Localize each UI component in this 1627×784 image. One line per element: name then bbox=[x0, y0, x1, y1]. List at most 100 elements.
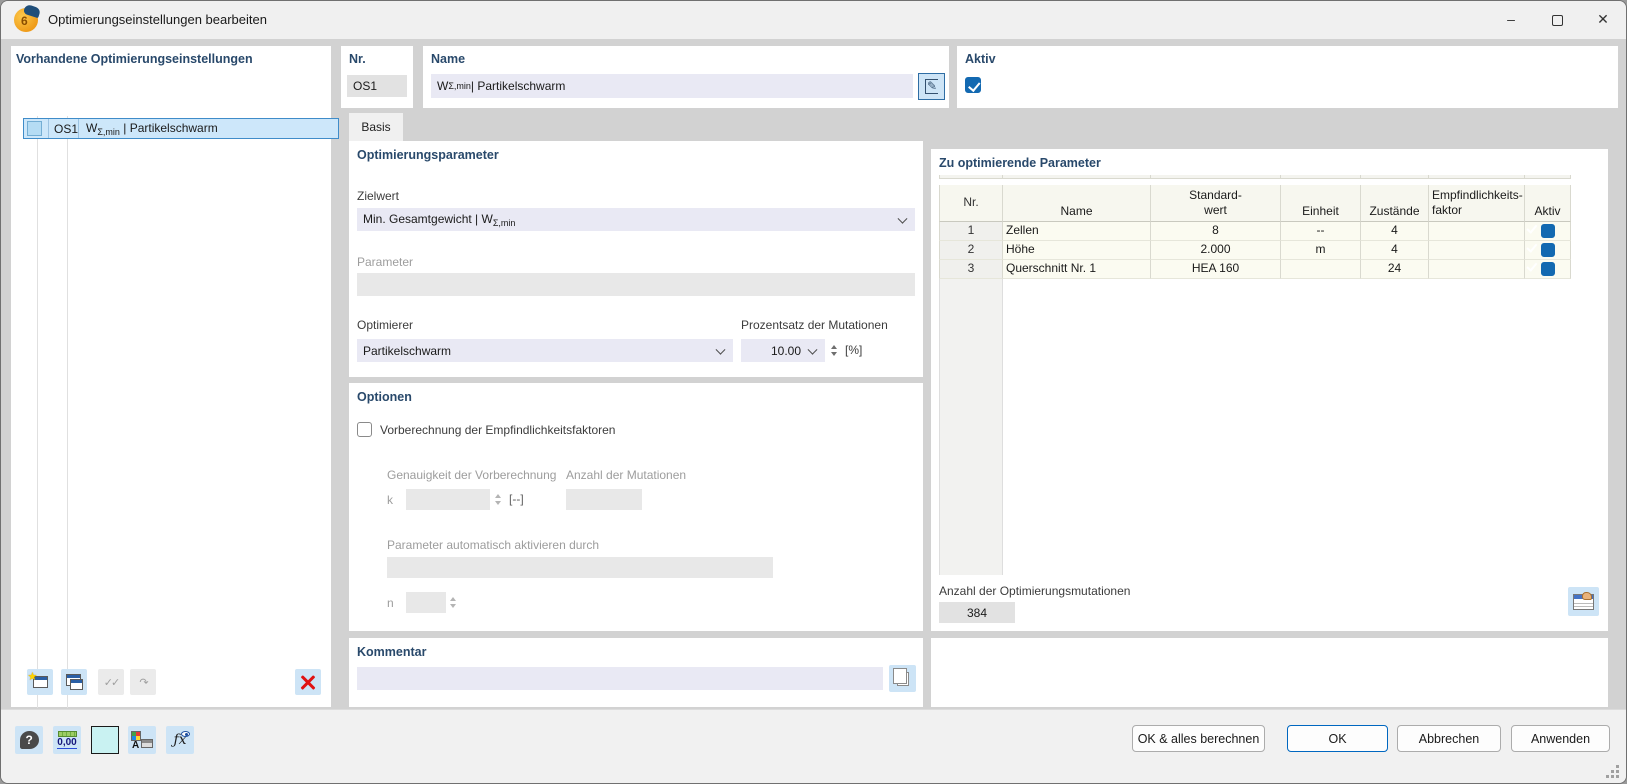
window-title: Optimierungseinstellungen bearbeiten bbox=[48, 12, 267, 27]
cell-aktiv bbox=[1525, 241, 1571, 260]
name-input[interactable]: W Σ,min | Partikelschwarm bbox=[431, 74, 913, 98]
optimierungsparameter-title: Optimierungsparameter bbox=[357, 148, 499, 162]
k-unit: [--] bbox=[509, 492, 524, 506]
nr-value-field: OS1 bbox=[347, 75, 407, 97]
optimierer-label: Optimierer bbox=[357, 318, 414, 332]
n-field bbox=[406, 592, 446, 613]
col-header-aktiv: Aktiv bbox=[1525, 185, 1571, 222]
aktiv-panel: Aktiv bbox=[957, 46, 1618, 108]
check-all-button: ✓✓ bbox=[98, 669, 124, 695]
list-item-id: OS1 bbox=[54, 121, 79, 136]
close-button[interactable]: ✕ bbox=[1580, 1, 1626, 38]
ok-button[interactable]: OK bbox=[1287, 725, 1388, 752]
k-dropdown bbox=[406, 489, 490, 510]
new-setting-button[interactable]: ★ bbox=[27, 669, 53, 695]
nr-panel: Nr. OS1 bbox=[341, 46, 413, 108]
zielwert-dropdown[interactable]: Min. Gesamtgewicht | WΣ,min bbox=[357, 208, 915, 231]
col-header-name: Name bbox=[1003, 185, 1151, 222]
formula-button[interactable]: ƒx bbox=[166, 726, 194, 754]
cell-empfindlichkeitsfaktor bbox=[1429, 241, 1525, 260]
optionen-title: Optionen bbox=[357, 390, 412, 404]
display-properties-icon: A bbox=[131, 731, 153, 751]
nr-label: Nr. bbox=[349, 52, 366, 66]
parameter-table-title: Zu optimierende Parameter bbox=[939, 156, 1101, 170]
existing-settings-panel: Vorhandene Optimierungseinstellungen OS1… bbox=[11, 46, 339, 708]
param-auto-label: Parameter automatisch aktivieren durch bbox=[387, 538, 600, 552]
name-label: Name bbox=[431, 52, 466, 66]
units-icon: 0,00 bbox=[57, 731, 77, 749]
cell-zustaende: 4 bbox=[1361, 222, 1429, 241]
eye-icon bbox=[181, 731, 190, 737]
list-item-os1[interactable]: OS1 WΣ,min | Partikelschwarm bbox=[23, 118, 339, 139]
prozentsatz-input[interactable]: 10.00 bbox=[741, 339, 825, 362]
cell-aktiv bbox=[1525, 260, 1571, 279]
mutations-table-button[interactable] bbox=[1568, 587, 1599, 616]
cell-nr: 1 bbox=[939, 222, 1003, 241]
maximize-icon bbox=[1551, 14, 1563, 26]
cell-standardwert[interactable]: 8 bbox=[1151, 222, 1281, 241]
units-settings-button[interactable]: 0,00 bbox=[53, 726, 81, 754]
col-header-standardwert: Standard- wert bbox=[1151, 185, 1281, 222]
cell-empfindlichkeitsfaktor bbox=[1429, 222, 1525, 241]
dialog-window: Optimierungseinstellungen bearbeiten – ✕… bbox=[0, 0, 1627, 784]
row-aktiv-checkbox[interactable] bbox=[1540, 223, 1555, 238]
help-button[interactable] bbox=[15, 726, 43, 754]
row-aktiv-checkbox[interactable] bbox=[1540, 261, 1555, 276]
cell-name[interactable]: Querschnitt Nr. 1 bbox=[1003, 260, 1151, 279]
n-stepper bbox=[447, 592, 459, 613]
zielwert-label: Zielwert bbox=[357, 189, 400, 203]
copy-setting-button[interactable] bbox=[61, 669, 87, 695]
chevron-down-icon bbox=[897, 213, 908, 224]
row-aktiv-checkbox[interactable] bbox=[1540, 242, 1555, 257]
delete-icon bbox=[300, 674, 316, 690]
cell-name[interactable]: Zellen bbox=[1003, 222, 1151, 241]
parameter-field bbox=[357, 273, 915, 296]
table-header-row: Nr. Name Standard- wert Einheit Zustände… bbox=[939, 185, 1571, 222]
k-stepper bbox=[492, 489, 504, 510]
table-nr-filler bbox=[939, 279, 1003, 575]
cell-zustaende: 24 bbox=[1361, 260, 1429, 279]
help-icon bbox=[19, 731, 39, 749]
cancel-button[interactable]: Abbrechen bbox=[1397, 725, 1501, 752]
chevron-down-icon bbox=[807, 344, 818, 355]
list-item-name: WΣ,min | Partikelschwarm bbox=[86, 120, 218, 137]
table-hand-icon bbox=[1573, 591, 1594, 610]
kommentar-dropdown[interactable] bbox=[357, 667, 883, 690]
minimize-button[interactable]: – bbox=[1488, 1, 1534, 38]
kommentar-copy-button[interactable] bbox=[889, 665, 916, 692]
maximize-button[interactable] bbox=[1534, 1, 1580, 38]
mutations-count-label: Anzahl der Optimierungsmutationen bbox=[939, 584, 1131, 598]
delete-setting-button[interactable] bbox=[295, 669, 321, 695]
cell-nr: 2 bbox=[939, 241, 1003, 260]
vorberechnung-checkbox[interactable] bbox=[357, 422, 372, 437]
check-all-icon: ✓✓ bbox=[103, 676, 121, 689]
tab-basis[interactable]: Basis bbox=[349, 113, 403, 141]
cell-standardwert[interactable]: 2.000 bbox=[1151, 241, 1281, 260]
mutations-count-field: 384 bbox=[939, 602, 1015, 623]
prozentsatz-unit: [%] bbox=[845, 343, 863, 357]
invert-check-icon: ↷ bbox=[139, 676, 148, 689]
vorberechnung-label: Vorberechnung der Empfindlichkeitsfaktor… bbox=[380, 423, 616, 437]
kommentar-title: Kommentar bbox=[357, 645, 427, 659]
aktiv-checkbox[interactable] bbox=[965, 77, 981, 93]
param-auto-field bbox=[387, 557, 773, 578]
cell-nr: 3 bbox=[939, 260, 1003, 279]
copy-pages-icon bbox=[892, 667, 909, 686]
apply-button[interactable]: Anwenden bbox=[1511, 725, 1610, 752]
display-properties-button[interactable]: A bbox=[128, 726, 156, 754]
color-picker-button[interactable] bbox=[91, 726, 119, 754]
copy-windows-icon bbox=[62, 671, 86, 693]
genauigkeit-label: Genauigkeit der Vorberechnung bbox=[387, 468, 557, 482]
optionen-panel: Optionen Vorberechnung der Empfindlichke… bbox=[349, 383, 923, 631]
rename-button[interactable] bbox=[918, 73, 945, 100]
col-header-empfindlichkeitsfaktor: Empfindlichkeits- faktor bbox=[1429, 185, 1525, 222]
ok-calculate-all-button[interactable]: OK & alles berechnen bbox=[1132, 725, 1265, 752]
prozentsatz-stepper[interactable] bbox=[828, 340, 840, 361]
optimierer-dropdown[interactable]: Partikelschwarm bbox=[357, 339, 733, 362]
resize-grip[interactable] bbox=[1606, 765, 1619, 778]
cell-standardwert[interactable]: HEA 160 bbox=[1151, 260, 1281, 279]
cell-name[interactable]: Höhe bbox=[1003, 241, 1151, 260]
list-column-divider bbox=[37, 116, 38, 708]
cell-einheit: m bbox=[1281, 241, 1361, 260]
prozentsatz-label: Prozentsatz der Mutationen bbox=[741, 318, 888, 332]
